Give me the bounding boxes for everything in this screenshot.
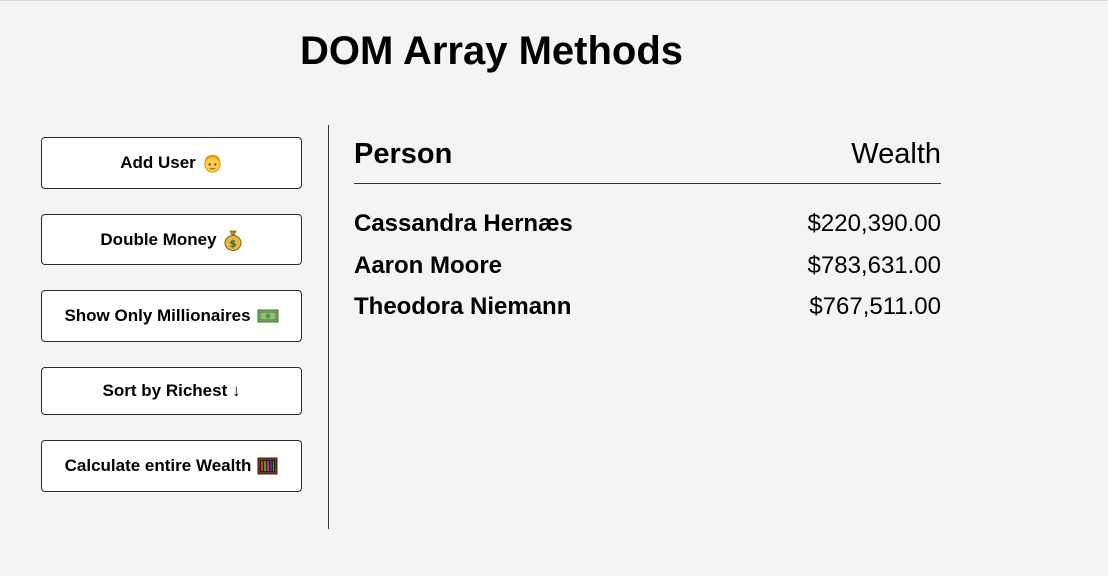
column-header-person: Person (354, 138, 453, 170)
person-wealth: $220,390.00 (807, 210, 941, 237)
person-face-icon (202, 153, 223, 174)
double-money-label: Double Money (100, 229, 217, 249)
table-row: Cassandra Hernæs $220,390.00 (354, 207, 941, 249)
add-user-button[interactable]: Add User (41, 137, 302, 189)
table-rows: Cassandra Hernæs $220,390.00 Aaron Moore… (354, 207, 941, 332)
abacus-icon (257, 457, 278, 475)
show-only-millionaires-label: Show Only Millionaires (64, 306, 251, 325)
banknote-icon (257, 308, 279, 324)
header-divider (354, 183, 941, 184)
table-row: Theodora Niemann $767,511.00 (354, 290, 941, 332)
sort-by-richest-button[interactable]: Sort by Richest ↓ (41, 367, 302, 415)
table-header: Person Wealth (354, 136, 941, 172)
person-wealth: $783,631.00 (807, 251, 941, 279)
table-row: Aaron Moore $783,631.00 (354, 249, 941, 291)
calculate-wealth-button[interactable]: Calculate entire Wealth (41, 440, 302, 492)
wealth-table: Person Wealth Cassandra Hernæs $220,390.… (354, 136, 941, 320)
vertical-divider (328, 125, 329, 529)
top-border (0, 0, 1108, 1)
person-wealth: $767,511.00 (809, 293, 941, 320)
double-money-button[interactable]: Double Money $ (41, 214, 302, 265)
person-name: Aaron Moore (354, 251, 503, 279)
money-bag-icon: $ (223, 229, 243, 251)
calculate-wealth-label: Calculate entire Wealth (64, 456, 252, 475)
person-name: Theodora Niemann (354, 293, 572, 320)
svg-text:$: $ (229, 239, 236, 250)
show-only-millionaires-button[interactable]: Show Only Millionaires (41, 290, 302, 342)
add-user-label: Add User (120, 153, 196, 172)
person-name: Cassandra Hernæs (354, 210, 573, 237)
column-header-wealth: Wealth (851, 138, 941, 170)
page-title: DOM Array Methods (300, 29, 684, 73)
sort-by-richest-label: Sort by Richest ↓ (102, 381, 241, 400)
